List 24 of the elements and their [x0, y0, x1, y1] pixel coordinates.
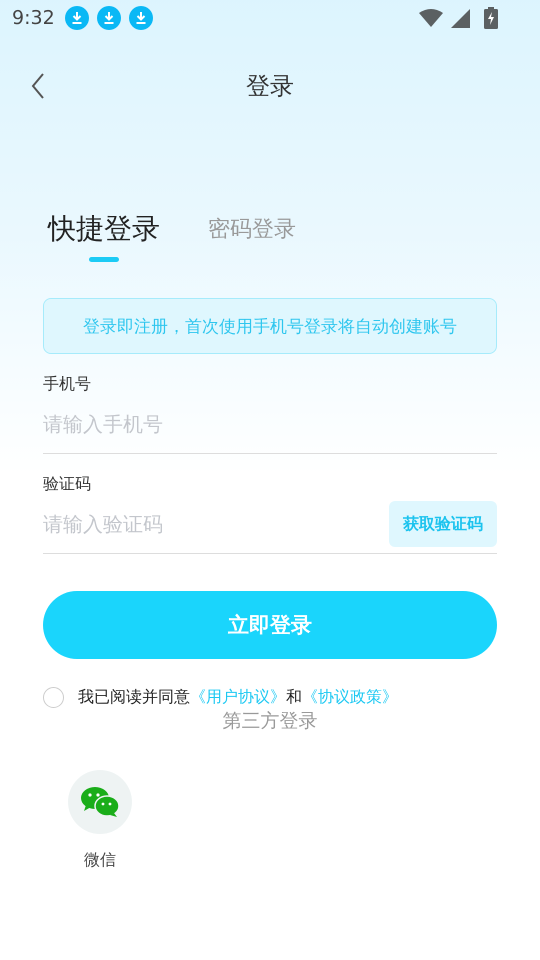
agreement-link[interactable]: 《用户协议》: [190, 687, 286, 706]
get-code-button[interactable]: 获取验证码: [389, 501, 497, 547]
agreement-text: 我已阅读并同意《用户协议》和《协议政策》: [78, 687, 398, 708]
signal-icon: [451, 8, 470, 28]
download-icon: [128, 6, 153, 30]
third-party-title: 第三方登录: [222, 709, 318, 734]
battery-icon: [484, 7, 498, 29]
login-tab[interactable]: 快捷登录: [48, 210, 160, 262]
chat-bubbles-icon: [81, 787, 119, 817]
status-time: 9:32: [12, 7, 55, 29]
login-button[interactable]: 立即登录: [43, 591, 497, 659]
notice-banner: 登录即注册，首次使用手机号登录将自动创建账号: [43, 298, 497, 354]
download-icon: [96, 6, 121, 30]
agreement-checkbox[interactable]: [43, 687, 64, 708]
field-label: 验证码: [43, 474, 92, 495]
agreement-link[interactable]: 《协议政策》: [302, 687, 398, 706]
field-label: 手机号: [43, 374, 92, 395]
wifi-icon: [419, 9, 443, 27]
page-title: 登录: [246, 71, 294, 102]
login-tab[interactable]: 密码登录: [208, 214, 296, 258]
download-icon: [64, 6, 89, 30]
option-label: 微信: [84, 850, 116, 871]
input-field[interactable]: 请输入手机号: [43, 412, 497, 436]
input-field[interactable]: 请输入验证码: [43, 512, 389, 536]
